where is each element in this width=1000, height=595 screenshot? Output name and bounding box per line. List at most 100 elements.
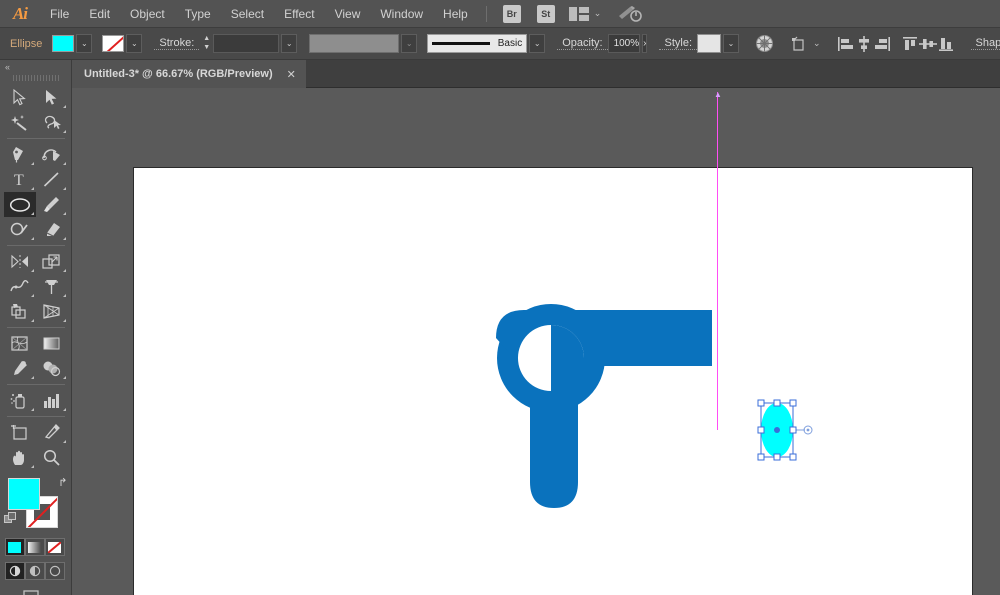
shaper-tool[interactable] bbox=[4, 217, 36, 242]
active-tool-label: Ellipse bbox=[10, 37, 43, 50]
type-tool[interactable]: T bbox=[4, 167, 36, 192]
bridge-button[interactable]: Br bbox=[502, 4, 521, 23]
chevron-down-icon[interactable]: ⌄ bbox=[594, 8, 602, 19]
align-left-icon[interactable] bbox=[837, 33, 855, 55]
menu-item-window[interactable]: Window bbox=[370, 0, 433, 28]
perspective-grid-tool[interactable] bbox=[36, 299, 68, 324]
shape-label[interactable]: Shape bbox=[970, 37, 1000, 50]
align-bottom-icon[interactable] bbox=[937, 33, 955, 55]
opacity-input[interactable]: 100% bbox=[607, 34, 641, 53]
brush-definition-chevron-icon[interactable]: ⌄ bbox=[529, 34, 546, 53]
stroke-weight-stepper[interactable]: ▲ ▼ bbox=[203, 34, 210, 53]
fill-stroke-control: ↱ bbox=[3, 476, 68, 532]
selection-handle bbox=[773, 399, 781, 407]
width-tool[interactable] bbox=[4, 274, 36, 299]
menu-item-file[interactable]: File bbox=[40, 0, 79, 28]
shape-builder-tool[interactable] bbox=[4, 299, 36, 324]
variable-width-chevron-icon[interactable]: ⌄ bbox=[401, 34, 418, 53]
brush-definition-dropdown[interactable]: Basic bbox=[427, 34, 528, 53]
stroke-weight-chevron-icon[interactable]: ⌄ bbox=[281, 34, 298, 53]
stroke-weight-label[interactable]: Stroke: bbox=[154, 37, 200, 50]
fill-dropdown-chevron-icon[interactable]: ⌄ bbox=[76, 34, 93, 53]
curvature-tool[interactable] bbox=[36, 142, 68, 167]
free-transform-tool[interactable] bbox=[36, 274, 68, 299]
toolbar-collapse-button[interactable]: « bbox=[0, 60, 71, 74]
menu-item-edit[interactable]: Edit bbox=[79, 0, 120, 28]
scale-tool[interactable] bbox=[36, 249, 68, 274]
rotate-tool[interactable] bbox=[4, 249, 36, 274]
tools-panel: « T ↱ bbox=[0, 60, 72, 595]
transform-icon[interactable] bbox=[790, 33, 808, 55]
draw-mode-buttons bbox=[4, 562, 67, 580]
color-mode-color[interactable] bbox=[4, 538, 25, 556]
menu-item-type[interactable]: Type bbox=[175, 0, 221, 28]
document-tab-untitled-3[interactable]: Untitled-3* @ 66.67% (RGB/Preview) ✕ bbox=[72, 60, 306, 88]
menu-item-object[interactable]: Object bbox=[120, 0, 175, 28]
artboard-tool[interactable] bbox=[4, 420, 36, 445]
artwork-layer bbox=[496, 304, 813, 508]
graphic-style-swatch[interactable] bbox=[697, 34, 721, 53]
document-tab-bar: Untitled-3* @ 66.67% (RGB/Preview) ✕ bbox=[0, 60, 1000, 88]
change-screen-mode-icon[interactable] bbox=[5, 590, 67, 595]
illustrator-window: Ai File Edit Object Type Select Effect V… bbox=[0, 0, 1000, 595]
ellipse-tool[interactable] bbox=[3, 192, 36, 217]
close-icon[interactable]: ✕ bbox=[287, 68, 296, 81]
style-chevron-icon[interactable]: ⌄ bbox=[723, 34, 739, 53]
align-top-icon[interactable] bbox=[901, 33, 919, 55]
direct-selection-tool[interactable] bbox=[36, 85, 68, 110]
gradient-tool[interactable] bbox=[36, 331, 68, 356]
align-right-icon[interactable] bbox=[873, 33, 891, 55]
selection-handle bbox=[757, 453, 765, 461]
zoom-tool[interactable] bbox=[36, 445, 68, 470]
menu-item-view[interactable]: View bbox=[325, 0, 371, 28]
magic-wand-tool[interactable] bbox=[4, 110, 36, 135]
pen-tool[interactable] bbox=[4, 142, 36, 167]
tools-grid: T bbox=[3, 85, 68, 470]
symbol-sprayer-tool[interactable] bbox=[4, 388, 36, 413]
canvas-area[interactable]: ▲ bbox=[72, 88, 1000, 595]
align-horizontal-center-icon[interactable] bbox=[855, 33, 873, 55]
hand-tool[interactable] bbox=[4, 445, 36, 470]
style-label[interactable]: Style: bbox=[659, 37, 697, 50]
swap-fill-stroke-icon[interactable]: ↱ bbox=[58, 476, 67, 489]
menu-item-effect[interactable]: Effect bbox=[274, 0, 324, 28]
slice-tool[interactable] bbox=[36, 420, 68, 445]
variable-width-profile-input[interactable] bbox=[309, 34, 400, 53]
stroke-color-swatch[interactable] bbox=[102, 35, 125, 52]
eraser-tool[interactable] bbox=[36, 217, 68, 242]
draw-inside-mode[interactable] bbox=[44, 562, 65, 580]
svg-text:T: T bbox=[14, 172, 24, 189]
rocket-icon[interactable] bbox=[617, 5, 643, 23]
menu-bar: Ai File Edit Object Type Select Effect V… bbox=[0, 0, 1000, 28]
fill-swatch[interactable] bbox=[7, 478, 40, 510]
stock-button[interactable]: St bbox=[536, 4, 555, 23]
column-graph-tool[interactable] bbox=[36, 388, 68, 413]
mesh-tool[interactable] bbox=[4, 331, 36, 356]
lasso-tool[interactable] bbox=[36, 110, 68, 135]
blend-tool[interactable] bbox=[36, 356, 68, 381]
line-segment-tool[interactable] bbox=[36, 167, 68, 192]
stroke-dropdown-chevron-icon[interactable]: ⌄ bbox=[126, 34, 143, 53]
selection-tool[interactable] bbox=[4, 85, 36, 110]
transform-chevron-icon[interactable]: ⌄ bbox=[813, 38, 821, 49]
menu-item-help[interactable]: Help bbox=[433, 0, 478, 28]
color-mode-gradient[interactable] bbox=[24, 538, 45, 556]
draw-behind-mode[interactable] bbox=[24, 562, 45, 580]
hair-dryer-shape[interactable] bbox=[496, 304, 712, 508]
eyedropper-tool[interactable] bbox=[4, 356, 36, 381]
recolor-artwork-icon[interactable] bbox=[755, 33, 774, 55]
fill-color-swatch[interactable] bbox=[52, 35, 75, 52]
opacity-options-icon[interactable]: › bbox=[642, 34, 648, 53]
stroke-weight-input[interactable] bbox=[213, 34, 280, 53]
opacity-label[interactable]: Opacity: bbox=[557, 37, 608, 50]
color-mode-buttons bbox=[4, 538, 67, 556]
toolbar-grip[interactable] bbox=[12, 75, 59, 81]
menu-item-select[interactable]: Select bbox=[221, 0, 274, 28]
arrange-documents-icon[interactable] bbox=[568, 6, 589, 21]
draw-normal-mode[interactable] bbox=[4, 562, 25, 580]
default-fill-stroke-icon[interactable] bbox=[3, 512, 17, 525]
align-vertical-center-icon[interactable] bbox=[918, 33, 937, 55]
color-mode-none[interactable] bbox=[44, 538, 65, 556]
paintbrush-tool[interactable] bbox=[36, 192, 68, 217]
selection-handle bbox=[757, 426, 765, 434]
